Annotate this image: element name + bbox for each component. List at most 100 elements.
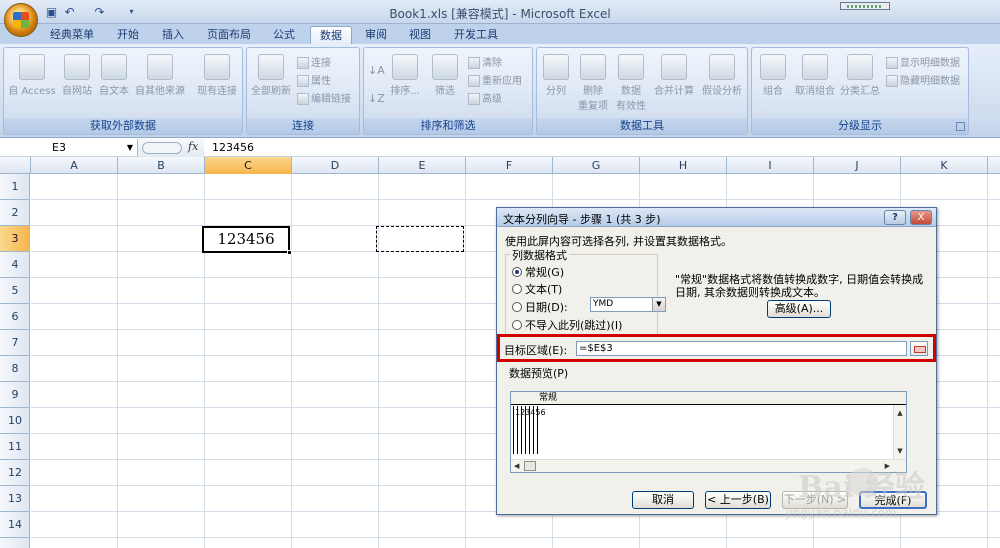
select-all-corner[interactable] — [0, 157, 31, 174]
ungroup-button[interactable]: 取消组合 — [792, 54, 838, 97]
row-header-14[interactable]: 14 — [0, 512, 30, 538]
row-header-6[interactable]: 6 — [0, 304, 30, 330]
row-header-4[interactable]: 4 — [0, 252, 30, 278]
row-header-3[interactable]: 3 — [0, 226, 30, 252]
show-detail-button[interactable]: 显示明细数据 — [886, 54, 960, 69]
from-other-sources-button[interactable]: 自其他来源 — [132, 54, 188, 97]
back-button[interactable]: < 上一步(B) — [705, 491, 771, 509]
window-indicator — [840, 2, 890, 10]
from-text-button[interactable]: 自文本 — [97, 54, 131, 97]
radio-date[interactable]: 日期(D): — [512, 299, 568, 315]
tab-review[interactable]: 审阅 — [358, 26, 394, 44]
tab-data[interactable]: 数据 — [310, 26, 352, 44]
row-header-9[interactable]: 9 — [0, 382, 30, 408]
radio-text[interactable]: 文本(T) — [512, 281, 562, 297]
expand-handle[interactable] — [142, 142, 182, 154]
office-button[interactable] — [4, 3, 38, 37]
destination-input[interactable]: =$E$3 — [576, 341, 907, 356]
insert-function-icon[interactable]: fx — [188, 140, 198, 153]
help-button[interactable]: ? — [884, 210, 906, 225]
data-preview[interactable]: 常规 123456 ▲ ▼ ◀ ▶ — [510, 391, 907, 473]
chevron-down-icon[interactable]: ▼ — [652, 298, 665, 311]
format-note: "常规"数据格式将数值转换成数字, 日期值会转换成日期, 其余数据则转换成文本。 — [675, 273, 924, 299]
connections-button[interactable]: 连接 — [297, 54, 331, 69]
row-header-5[interactable]: 5 — [0, 278, 30, 304]
tab-insert[interactable]: 插入 — [155, 26, 191, 44]
data-validation-button[interactable]: 数据 有效性 — [613, 54, 649, 112]
from-web-button[interactable]: 自网站 — [58, 54, 96, 97]
row-header-10[interactable]: 10 — [0, 408, 30, 434]
connections-icon — [204, 54, 230, 80]
row-header-8[interactable]: 8 — [0, 356, 30, 382]
date-format-select[interactable]: YMD ▼ — [590, 297, 666, 312]
dialog-launcher-icon[interactable] — [956, 122, 965, 131]
remove-duplicates-button[interactable]: 删除 重复项 — [575, 54, 611, 112]
advanced-button[interactable]: 高级(A)... — [767, 300, 831, 318]
tab-page-layout[interactable]: 页面布局 — [200, 26, 258, 44]
remove-duplicates-icon — [580, 54, 606, 80]
preview-header: 常规 — [511, 392, 906, 405]
row-header-2[interactable]: 2 — [0, 200, 30, 226]
edit-links-button[interactable]: 编辑链接 — [297, 90, 351, 105]
radio-skip-column[interactable]: 不导入此列(跳过)(I) — [512, 317, 622, 333]
refresh-all-button[interactable]: 全部刷新 — [249, 54, 293, 97]
reapply-button[interactable]: 重新应用 — [468, 72, 522, 87]
row-header-7[interactable]: 7 — [0, 330, 30, 356]
destination-row: 目标区域(E): =$E$3 — [497, 334, 936, 362]
column-header-d[interactable]: D — [292, 157, 379, 174]
cell-c3[interactable]: 123456 — [202, 226, 292, 255]
preview-horizontal-scrollbar[interactable]: ◀ ▶ — [511, 459, 906, 472]
radio-general[interactable]: 常规(G) — [512, 264, 564, 280]
close-button[interactable]: X — [910, 210, 932, 225]
next-button[interactable]: 下一步(N) > — [782, 491, 848, 509]
chevron-down-icon[interactable]: ▼ — [127, 139, 133, 156]
tab-view[interactable]: 视图 — [402, 26, 438, 44]
column-header-a[interactable]: A — [31, 157, 118, 174]
row-headers: 1 2 3 4 5 6 7 8 9 10 11 12 13 14 — [0, 174, 30, 548]
row-header-13[interactable]: 13 — [0, 486, 30, 512]
text-to-columns-button[interactable]: 分列 — [539, 54, 573, 97]
cancel-button[interactable]: 取消 — [632, 491, 694, 509]
tab-classic-menu[interactable]: 经典菜单 — [42, 26, 102, 44]
sort-asc-icon[interactable]: ↓A — [368, 64, 385, 77]
column-header-c[interactable]: C — [205, 157, 292, 174]
preview-vertical-scrollbar[interactable]: ▲ ▼ — [893, 405, 906, 460]
group-button[interactable]: 组合 — [756, 54, 790, 97]
sort-desc-icon[interactable]: ↓Z — [368, 92, 385, 105]
consolidate-button[interactable]: 合并计算 — [651, 54, 697, 97]
column-header-j[interactable]: J — [814, 157, 901, 174]
subtotal-button[interactable]: 分类汇总 — [838, 54, 882, 97]
group-get-external-data: 自 Access 自网站 自文本 自其他来源 现有连接 获取外部数据 — [3, 47, 243, 135]
cell-e3-marquee[interactable] — [376, 226, 464, 252]
formula-input[interactable]: 123456 — [212, 141, 254, 154]
row-header-1[interactable]: 1 — [0, 174, 30, 200]
fill-handle[interactable] — [287, 250, 292, 255]
row-header-12[interactable]: 12 — [0, 460, 30, 486]
column-header-k[interactable]: K — [901, 157, 988, 174]
tab-home[interactable]: 开始 — [110, 26, 146, 44]
tab-formulas[interactable]: 公式 — [266, 26, 302, 44]
hide-detail-button[interactable]: 隐藏明细数据 — [886, 72, 960, 87]
sort-button[interactable]: 排序... — [386, 54, 424, 97]
column-header-b[interactable]: B — [118, 157, 205, 174]
existing-connections-button[interactable]: 现有连接 — [194, 54, 240, 97]
group-sort-filter: ↓A ↓Z 排序... 筛选 清除 重新应用 高级 排序和筛选 — [363, 47, 533, 135]
column-header-e[interactable]: E — [379, 157, 466, 174]
row-header-11[interactable]: 11 — [0, 434, 30, 460]
dialog-title-bar[interactable]: 文本分列向导 - 步骤 1 (共 3 步) ? X — [497, 208, 936, 227]
tab-developer[interactable]: 开发工具 — [446, 26, 506, 44]
what-if-analysis-button[interactable]: 假设分析 — [699, 54, 745, 97]
text-to-columns-icon — [543, 54, 569, 80]
column-header-g[interactable]: G — [553, 157, 640, 174]
clear-button[interactable]: 清除 — [468, 54, 502, 69]
filter-button[interactable]: 筛选 — [428, 54, 462, 97]
advanced-filter-button[interactable]: 高级 — [468, 90, 502, 105]
name-box[interactable]: E3 ▼ — [0, 139, 138, 157]
column-header-f[interactable]: F — [466, 157, 553, 174]
column-header-i[interactable]: I — [727, 157, 814, 174]
column-header-h[interactable]: H — [640, 157, 727, 174]
from-access-button[interactable]: 自 Access — [8, 54, 56, 97]
range-picker-icon[interactable] — [910, 341, 928, 356]
finish-button[interactable]: 完成(F) — [859, 491, 927, 509]
properties-button[interactable]: 属性 — [297, 72, 331, 87]
